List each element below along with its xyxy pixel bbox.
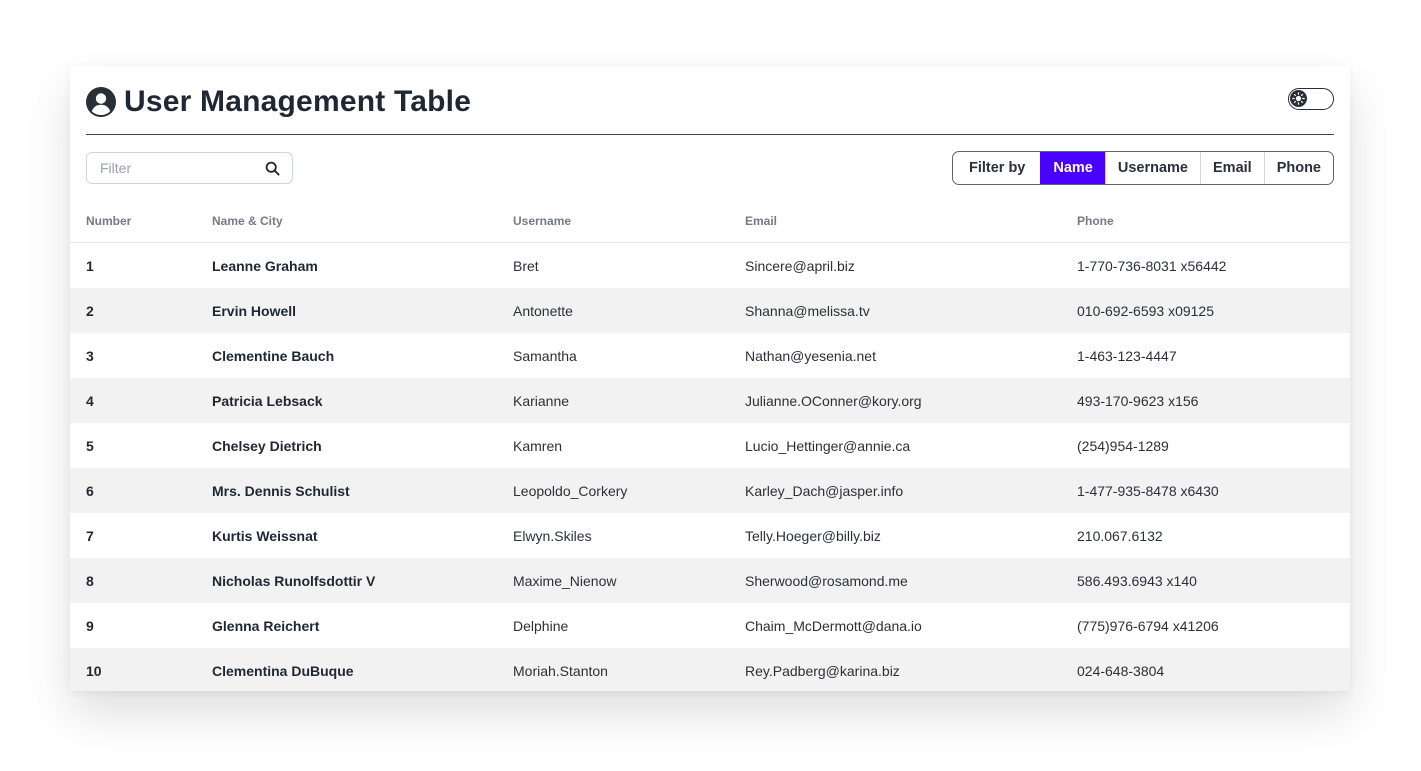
table-header-row: Number Name & City Username Email Phone (70, 199, 1350, 243)
table-row: 7 Kurtis Weissnat Elwyn.Skiles Telly.Hoe… (70, 513, 1350, 558)
cell-phone: 010-692-6593 x09125 (1077, 288, 1350, 333)
cell-number: 3 (86, 347, 94, 364)
cell-number: 6 (70, 468, 212, 513)
table-body: 1 Leanne Graham Bret Sincere@april.biz 1… (70, 243, 1350, 691)
search-box (86, 152, 293, 184)
cell-phone: 210.067.6132 (1077, 527, 1163, 544)
cell-phone: (775)976-6794 x41206 (1077, 617, 1219, 634)
table-row: 2 Ervin Howell Antonette Shanna@melissa.… (70, 288, 1350, 333)
column-header-number: Number (70, 199, 212, 243)
cell-email: Nathan@yesenia.net (745, 347, 876, 364)
filter-option-email[interactable]: Email (1200, 152, 1264, 184)
cell-username: Antonette (513, 288, 745, 333)
table-row: 6 Mrs. Dennis Schulist Leopoldo_Corkery … (70, 468, 1350, 513)
cell-number: 1 (86, 257, 94, 274)
cell-phone: (254)954-1289 (1077, 437, 1169, 454)
cell-name: Nicholas Runolfsdottir V (212, 558, 513, 603)
cell-phone: 493-170-9623 x156 (1077, 378, 1350, 423)
sun-icon (1290, 90, 1307, 107)
cell-username: Karianne (513, 378, 745, 423)
cell-name: Kurtis Weissnat (212, 527, 318, 544)
user-circle-icon (86, 87, 116, 117)
theme-toggle[interactable] (1288, 88, 1334, 110)
cell-username: Leopoldo_Corkery (513, 468, 745, 513)
cell-email: Karley_Dach@jasper.info (745, 468, 1077, 513)
table-row: 9 Glenna Reichert Delphine Chaim_McDermo… (70, 603, 1350, 648)
users-table: Number Name & City Username Email Phone … (70, 199, 1350, 691)
table-row: 1 Leanne Graham Bret Sincere@april.biz 1… (70, 243, 1350, 289)
cell-email: Lucio_Hettinger@annie.ca (745, 437, 911, 454)
cell-email: Sincere@april.biz (745, 257, 855, 274)
cell-username: Delphine (513, 617, 569, 634)
cell-username: Elwyn.Skiles (513, 527, 592, 544)
filter-option-name[interactable]: Name (1040, 152, 1105, 184)
cell-phone: 1-770-736-8031 x56442 (1077, 257, 1227, 274)
column-header-phone: Phone (1077, 199, 1350, 243)
table-row: 8 Nicholas Runolfsdottir V Maxime_Nienow… (70, 558, 1350, 603)
cell-phone: 024-648-3804 (1077, 648, 1350, 691)
cell-number: 10 (70, 648, 212, 691)
page-title: User Management Table (124, 85, 472, 118)
cell-username: Samantha (513, 347, 577, 364)
cell-email: Chaim_McDermott@dana.io (745, 617, 922, 634)
cell-email: Julianne.OConner@kory.org (745, 378, 1077, 423)
filter-by-group: Filter by Name Username Email Phone (951, 151, 1334, 185)
table-row: 10 Clementina DuBuque Moriah.Stanton Rey… (70, 648, 1350, 691)
cell-number: 4 (70, 378, 212, 423)
page-header: User Management Table (86, 66, 1334, 135)
column-header-username: Username (513, 199, 745, 243)
cell-username: Maxime_Nienow (513, 558, 745, 603)
cell-username: Kamren (513, 437, 563, 454)
cell-name: Patricia Lebsack (212, 378, 513, 423)
cell-number: 5 (86, 437, 94, 454)
cell-email: Shanna@melissa.tv (745, 288, 1077, 333)
cell-name: Clementina DuBuque (212, 648, 513, 691)
cell-email: Rey.Padberg@karina.biz (745, 648, 1077, 691)
table-row: 4 Patricia Lebsack Karianne Julianne.OCo… (70, 378, 1350, 423)
cell-name: Clementine Bauch (212, 347, 335, 364)
cell-number: 7 (86, 527, 94, 544)
cell-number: 8 (70, 558, 212, 603)
cell-phone: 1-463-123-4447 (1077, 347, 1177, 364)
cell-email: Telly.Hoeger@billy.biz (745, 527, 881, 544)
table-row: 5 Chelsey Dietrich Kamren Lucio_Hettinge… (70, 423, 1350, 468)
cell-name: Chelsey Dietrich (212, 437, 322, 454)
cell-name: Glenna Reichert (212, 617, 320, 634)
column-header-name-city: Name & City (212, 199, 513, 243)
search-icon[interactable] (265, 161, 280, 176)
cell-phone: 1-477-935-8478 x6430 (1077, 468, 1350, 513)
cell-name: Mrs. Dennis Schulist (212, 468, 513, 513)
cell-username: Moriah.Stanton (513, 648, 745, 691)
filter-by-label: Filter by (968, 160, 1026, 176)
user-management-card: User Management Table Filter Filter by N… (70, 66, 1350, 691)
filter-option-username[interactable]: Username (1104, 152, 1200, 184)
column-header-email: Email (745, 199, 1077, 243)
table-row: 3 Clementine Bauch Samantha Nathan@yesen… (70, 333, 1350, 378)
toolbar: Filter by Name Username Email Phone (86, 151, 1334, 185)
cell-number: 2 (70, 288, 212, 333)
filter-option-phone[interactable]: Phone (1263, 152, 1333, 184)
title-wrap: User Management Table (86, 85, 472, 118)
cell-email: Sherwood@rosamond.me (745, 558, 1077, 603)
search-input[interactable] (98, 159, 262, 177)
cell-username: Bret (513, 257, 539, 274)
cell-phone: 586.493.6943 x140 (1077, 558, 1350, 603)
cell-name: Ervin Howell (212, 288, 513, 333)
cell-number: 9 (86, 617, 94, 634)
cell-name: Leanne Graham (212, 257, 318, 274)
